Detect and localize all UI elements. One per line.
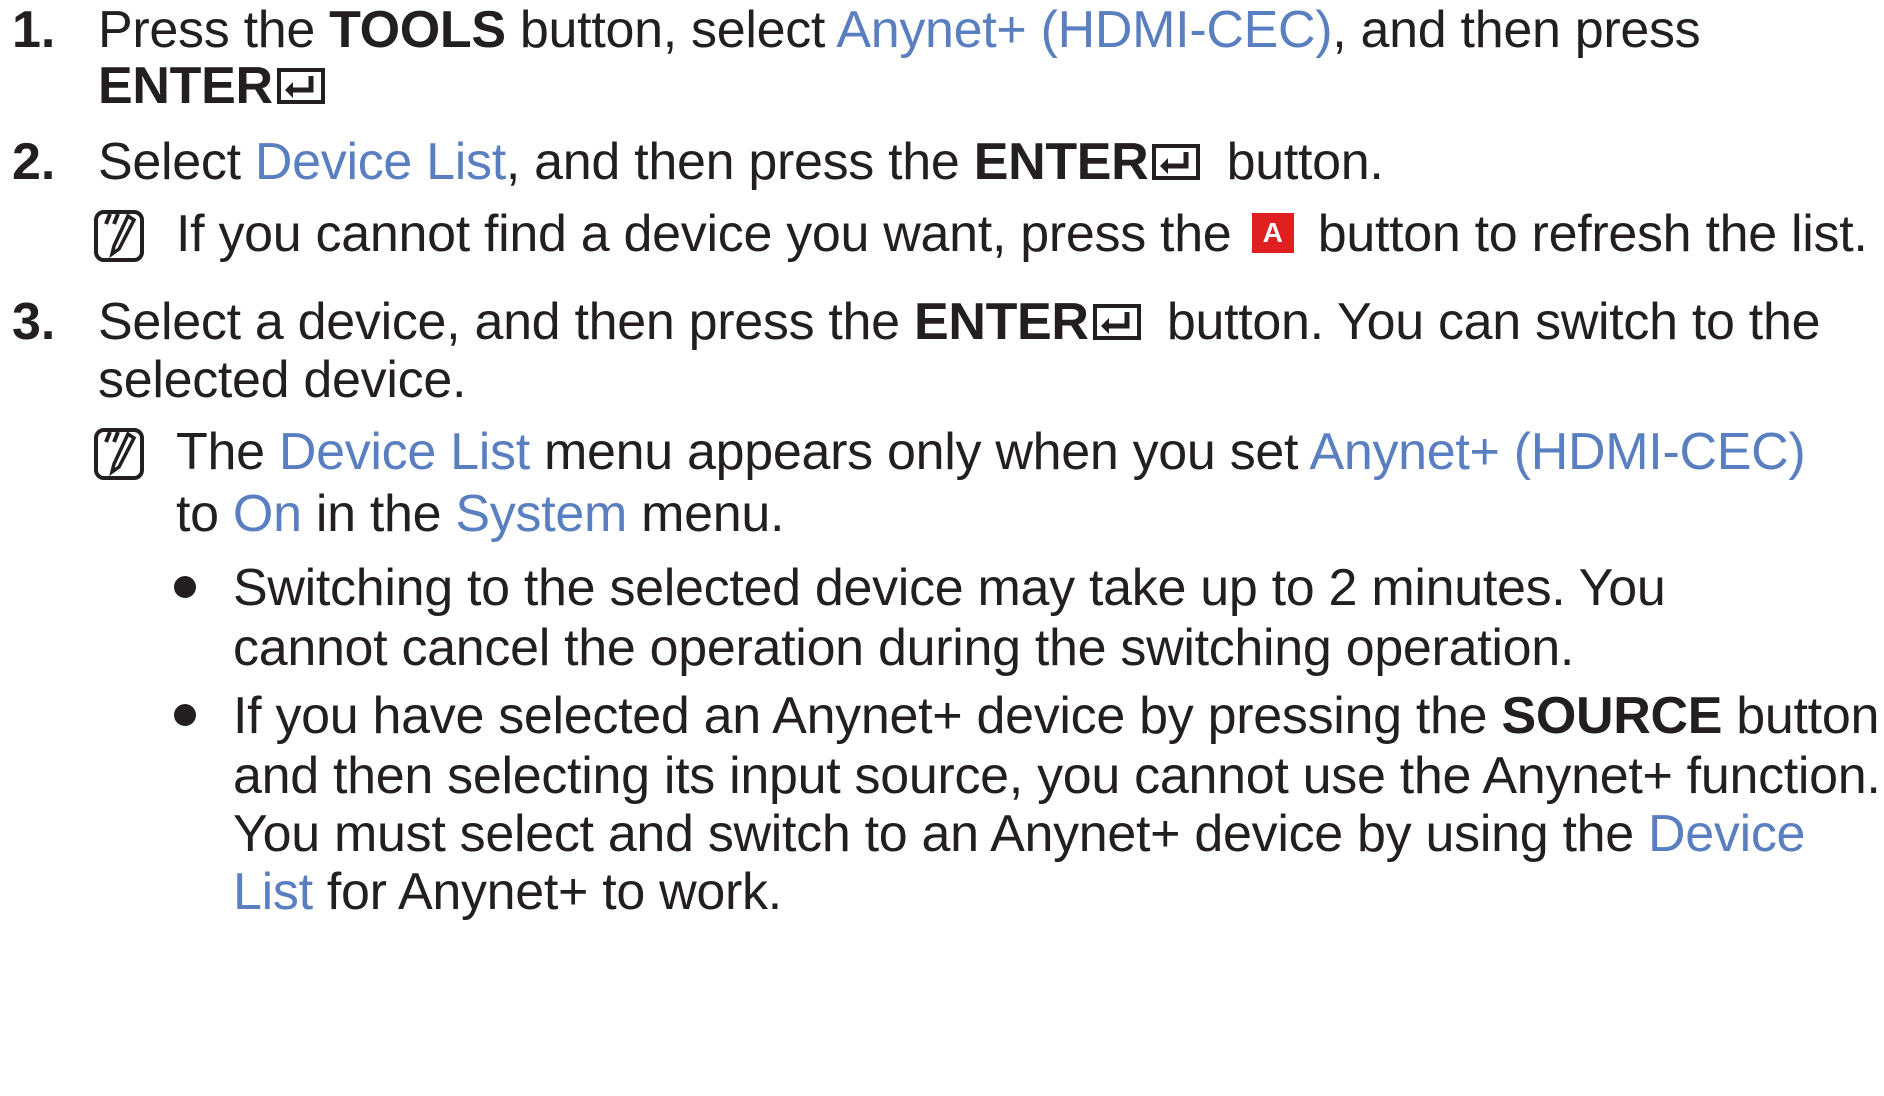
text: Select [98,133,255,191]
text: for Anynet+ to work. [312,863,782,921]
text: You must select and switch to an Anynet+… [233,805,1649,863]
text: The [176,423,279,481]
text: to [176,485,233,543]
device-list-link: Device List [254,133,506,191]
step-2-line: Select Device List, and then press the E… [98,132,1384,192]
step-1-line-1: Press the TOOLS button, select Anynet+ (… [98,0,1701,60]
bullet-2-line-2: and then selecting its input source, you… [233,746,1881,806]
a-button-icon: A [1251,213,1294,254]
bullet-icon [174,704,196,726]
anynet-menu-link: Anynet+ (HDMI-CEC) [1309,423,1806,481]
step-1-line-2: ENTER [98,56,337,116]
text: cannot cancel the operation during the s… [233,619,1574,677]
text: If you cannot find a device you want, pr… [176,205,1246,263]
step-3-line-2: selected device. [98,350,466,410]
enter-button-label: ENTER [973,133,1149,191]
device-list-link: Device [1648,805,1806,863]
text: button. You can switch to the [1152,293,1821,351]
system-menu-link: System [455,485,627,543]
text: and then selecting its input source, you… [233,747,1881,805]
text: Switching to the selected device may tak… [233,559,1666,617]
text: button, select [505,1,837,59]
bullet-1-line-2: cannot cancel the operation during the s… [233,618,1574,678]
text: Select a device, and then press the [98,293,914,351]
enter-icon [1092,304,1141,341]
enter-button-label: ENTER [98,57,273,115]
text: in the [301,485,456,543]
step-3-note-line-2: to On in the System menu. [176,484,784,544]
enter-icon [276,68,325,105]
bullet-2-line-4: List for Anynet+ to work. [233,862,782,922]
text: If you have selected an Anynet+ device b… [233,687,1502,745]
device-list-link: Device List [278,423,530,481]
bullet-icon [174,576,196,598]
text: , and then press [1332,1,1701,59]
text: button [1722,687,1880,745]
anynet-menu-link: Anynet+ (HDMI-CEC) [836,1,1333,59]
bullet-1-line-1: Switching to the selected device may tak… [233,558,1666,618]
enter-button-label: ENTER [913,293,1089,351]
note-icon [94,428,144,480]
text: button to refresh the list. [1303,205,1868,263]
on-option-link: On [232,485,302,543]
enter-icon [1152,144,1201,181]
text: menu appears only when you set [529,423,1310,481]
text: menu. [626,485,785,543]
step-number: 1. [12,1,56,59]
text: , and then press the [505,133,974,191]
text: button. [1212,133,1384,191]
step-number: 2. [12,133,56,191]
step-3-note-line-1: The Device List menu appears only when y… [176,422,1806,482]
text: selected device. [98,351,467,409]
tools-button-label: TOOLS [329,1,506,59]
text: Press the [98,1,330,59]
bullet-2-line-1: If you have selected an Anynet+ device b… [233,686,1879,746]
source-button-label: SOURCE [1501,687,1723,745]
device-list-link: List [233,863,313,921]
step-2-note: If you cannot find a device you want, pr… [176,204,1868,264]
step-3-line-1: Select a device, and then press the ENTE… [98,292,1820,352]
note-icon [94,210,144,262]
bullet-2-line-3: You must select and switch to an Anynet+… [233,804,1805,864]
step-number: 3. [12,293,56,351]
